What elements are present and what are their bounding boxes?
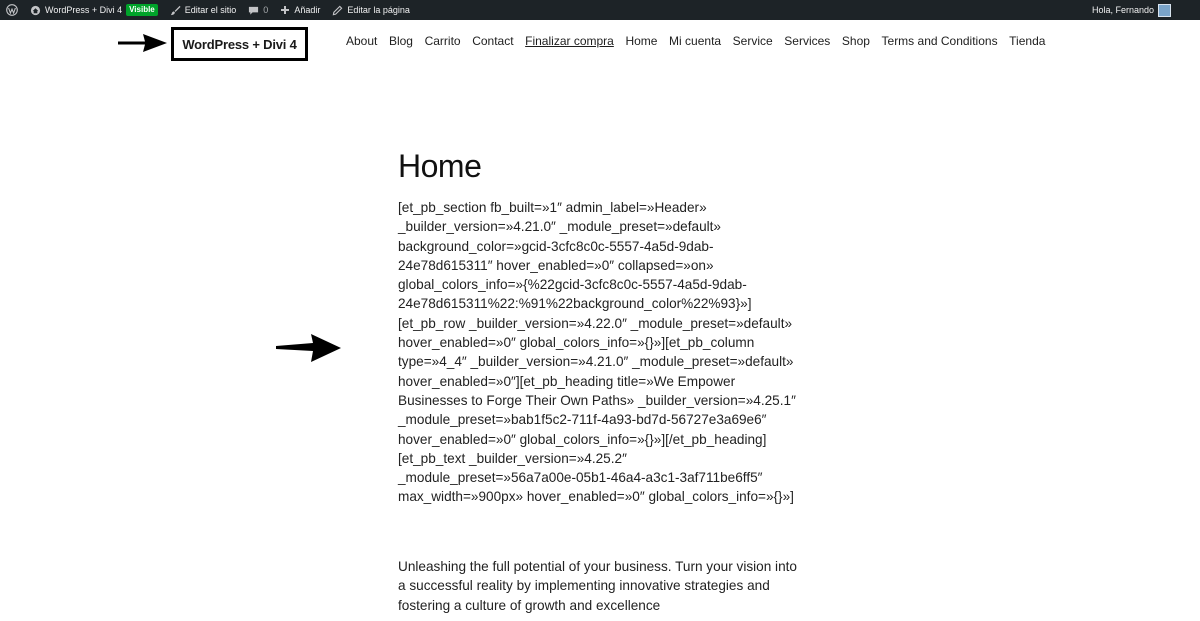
edit-site-label: Editar el sitio [184,5,237,15]
home-icon [30,5,41,16]
edit-page-label: Editar la página [347,5,410,15]
site-name-menu[interactable]: WordPress + Divi 4 Visible [24,0,164,20]
wp-admin-bar: WordPress + Divi 4 Visible Editar el sit… [0,0,1200,20]
wordpress-icon [6,4,18,16]
comments-count: 0 [263,5,269,15]
my-account-menu[interactable]: Hola, Fernando [1086,0,1200,20]
nav-item-contact[interactable]: Contact [472,34,513,48]
greeting-label: Hola, Fernando [1091,5,1154,15]
nav-item-carrito[interactable]: Carrito [425,34,461,48]
nav-item-service[interactable]: Service [733,34,773,48]
admin-bar-left: WordPress + Divi 4 Visible Editar el sit… [0,0,416,20]
add-new-menu[interactable]: Añadir [274,0,326,20]
arrow-right-icon [117,32,169,59]
page-title: Home [398,148,482,184]
brush-icon [170,5,181,16]
shortcode-text: [et_pb_section fb_built=»1″ admin_label=… [398,200,796,505]
nav-item-home[interactable]: Home [625,34,657,48]
edit-site-link[interactable]: Editar el sitio [164,0,243,20]
nav-item-shop[interactable]: Shop [842,34,870,48]
nav-item-services[interactable]: Services [784,34,830,48]
visibility-badge: Visible [126,4,158,16]
admin-bar-right: Hola, Fernando [1086,0,1200,20]
site-logo[interactable]: WordPress + Divi 4 [171,27,308,61]
main-navigation: About Blog Carrito Contact Finalizar com… [346,34,1057,48]
comments-link[interactable]: 0 [242,0,274,20]
edit-page-link[interactable]: Editar la página [326,0,416,20]
wordpress-menu[interactable] [0,0,24,20]
nav-item-finalizar-compra[interactable]: Finalizar compra [525,34,614,48]
intro-paragraph: Unleashing the full potential of your bu… [398,559,797,613]
nav-item-blog[interactable]: Blog [389,34,413,48]
plus-icon [280,5,290,15]
nav-item-mi-cuenta[interactable]: Mi cuenta [669,34,721,48]
nav-item-tienda[interactable]: Tienda [1009,34,1045,48]
nav-item-terms[interactable]: Terms and Conditions [882,34,998,48]
avatar-icon [1158,3,1171,17]
arrow-right-icon [275,332,343,369]
pencil-icon [332,5,343,16]
nav-item-about[interactable]: About [346,34,377,48]
site-name-label: WordPress + Divi 4 [45,5,123,15]
add-new-label: Añadir [294,5,321,15]
site-header: WordPress + Divi 4 About Blog Carrito Co… [0,20,1200,65]
comment-icon [248,5,259,16]
